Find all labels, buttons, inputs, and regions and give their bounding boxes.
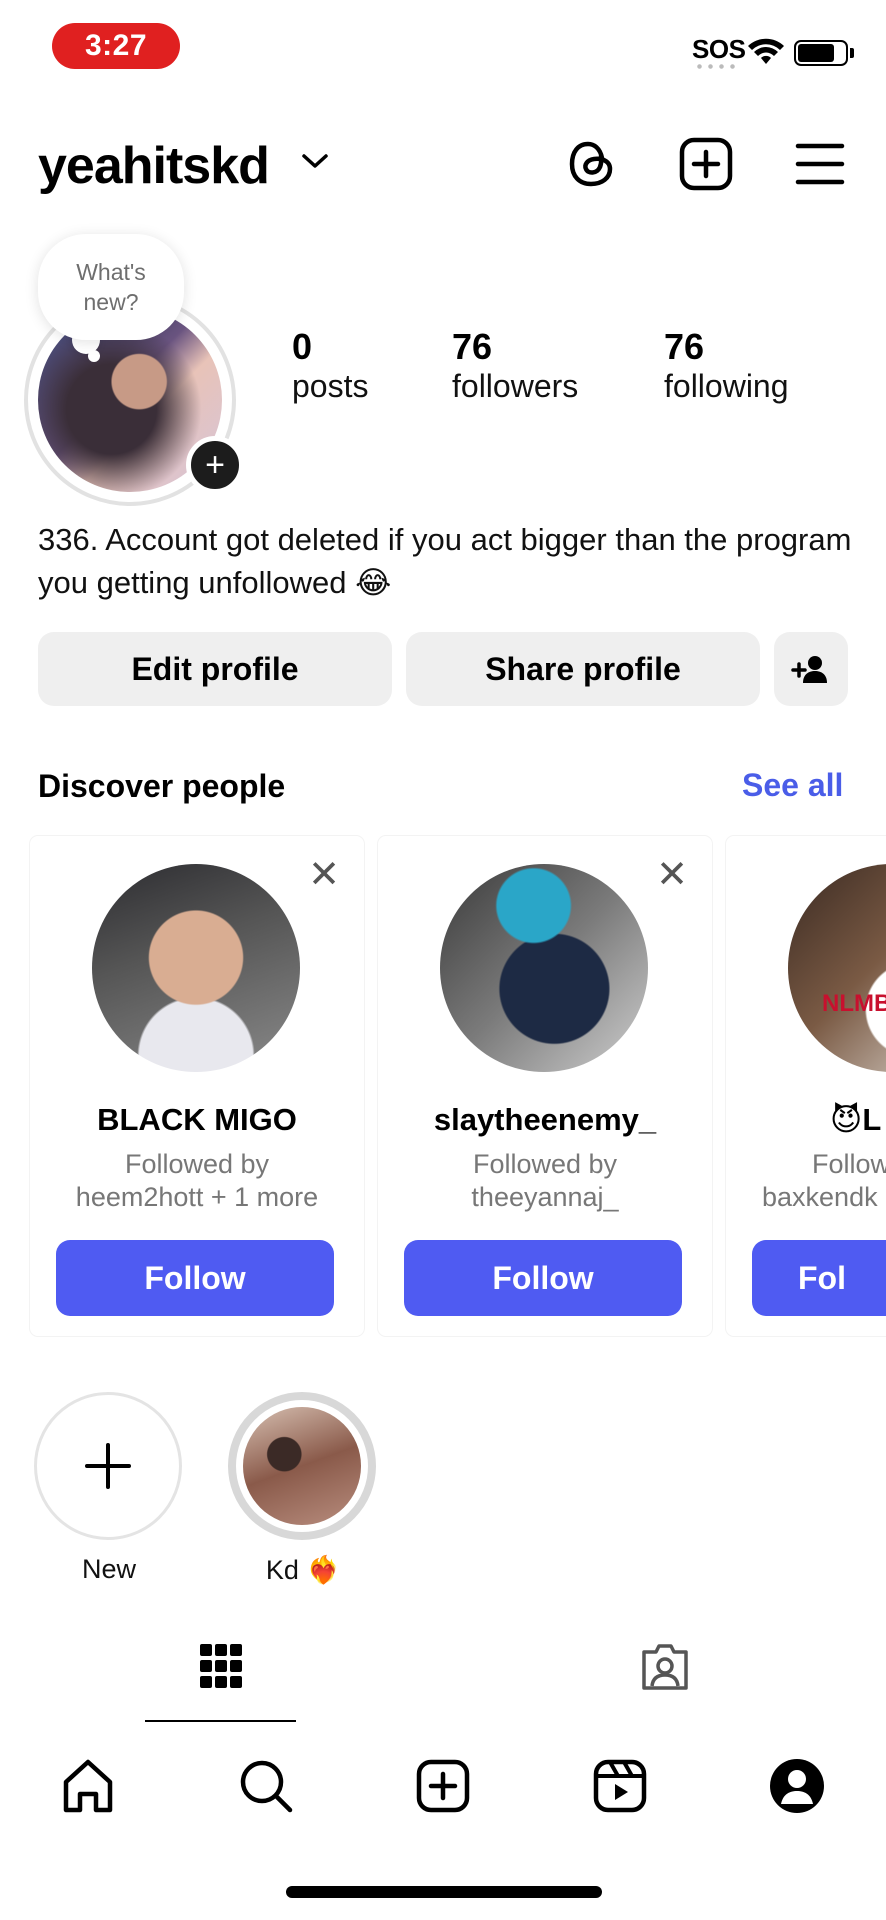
suggestion-card[interactable]: ✕ BLACK MIGO Followed by heem2hott + 1 m… — [30, 836, 364, 1336]
suggestion-avatar[interactable]: NLMB — [788, 864, 886, 1072]
follow-button[interactable]: Fol — [752, 1240, 886, 1316]
close-icon[interactable]: ✕ — [308, 856, 340, 894]
discover-people-title: Discover people — [38, 768, 286, 804]
signal-dots — [694, 64, 738, 69]
plus-icon — [85, 1443, 131, 1489]
followers-count[interactable]: 76 followers — [452, 326, 578, 405]
followers-value: 76 — [452, 326, 493, 367]
mutual-followers: theeyannaj_ — [471, 1182, 619, 1212]
status-time[interactable]: 3:27 — [52, 23, 180, 69]
suggestion-card-partial[interactable]: NLMB 😈L Follow baxkendk Fol — [726, 836, 886, 1336]
suggestion-mutuals: Follow baxkendk — [762, 1148, 886, 1214]
home-indicator — [286, 1886, 602, 1898]
profile-bio: 336. Account got deleted if you act bigg… — [38, 522, 852, 600]
suggestion-name[interactable]: slaytheenemy_ — [378, 1102, 712, 1138]
avatar-text: NLMB — [822, 990, 886, 1017]
following-count[interactable]: 76 following — [664, 326, 789, 405]
add-story-icon[interactable]: + — [186, 436, 244, 494]
search-icon[interactable] — [236, 1756, 296, 1816]
suggestion-card[interactable]: ✕ slaytheenemy_ Followed by theeyannaj_ … — [378, 836, 712, 1336]
followed-by-label: Followed by — [124, 1149, 270, 1179]
note-bubble-tail-small — [88, 350, 100, 362]
highlight-label: Kd ❤️‍🔥 — [265, 1555, 341, 1585]
menu-icon[interactable] — [792, 136, 848, 192]
note-bubble[interactable]: What's new? — [38, 234, 184, 340]
close-icon[interactable]: ✕ — [656, 856, 688, 894]
followed-by-label: Follow — [812, 1149, 886, 1179]
wifi-icon — [748, 38, 784, 64]
suggestion-avatar[interactable] — [440, 864, 648, 1072]
following-label: following — [664, 368, 789, 404]
highlight-label: New — [81, 1554, 136, 1584]
suggestion-mutuals: Followed by heem2hott + 1 more — [30, 1148, 364, 1214]
posts-value: 0 — [292, 326, 313, 367]
note-placeholder: What's new? — [76, 259, 146, 315]
status-bar: 3:27 SOS — [0, 0, 886, 90]
chevron-down-icon[interactable] — [300, 150, 330, 172]
threads-icon[interactable] — [564, 136, 620, 192]
profile-icon[interactable] — [767, 1756, 827, 1816]
battery-icon — [794, 40, 848, 66]
following-value: 76 — [664, 326, 705, 367]
mutual-followers: heem2hott + 1 more — [75, 1182, 319, 1212]
follow-button[interactable]: Follow — [56, 1240, 334, 1316]
mutual-followers: baxkendk — [762, 1182, 878, 1212]
battery-tip — [850, 48, 854, 58]
highlight-new[interactable]: New — [34, 1392, 184, 1585]
followers-label: followers — [452, 368, 579, 404]
share-profile-button[interactable]: Share profile — [406, 632, 760, 706]
sos-indicator: SOS — [692, 34, 746, 64]
edit-profile-button[interactable]: Edit profile — [38, 632, 392, 706]
home-icon[interactable] — [58, 1756, 118, 1816]
highlight-kd[interactable]: Kd ❤️‍🔥 — [228, 1392, 378, 1586]
create-icon[interactable] — [413, 1756, 473, 1816]
discover-people-button[interactable] — [774, 632, 848, 706]
suggestion-name[interactable]: 😈L — [830, 1102, 881, 1138]
follow-button[interactable]: Follow — [404, 1240, 682, 1316]
posts-label: posts — [292, 368, 369, 404]
highlight-circle[interactable] — [228, 1392, 376, 1540]
highlight-cover — [243, 1407, 361, 1525]
suggestion-mutuals: Followed by theeyannaj_ — [378, 1148, 712, 1214]
add-person-icon — [791, 656, 827, 683]
followed-by-label: Followed by — [472, 1149, 618, 1179]
suggestion-name[interactable]: BLACK MIGO — [30, 1102, 364, 1138]
see-all-link[interactable]: See all — [742, 767, 843, 804]
tagged-icon[interactable] — [638, 1640, 692, 1694]
bottom-nav — [0, 1746, 886, 1846]
create-post-icon[interactable] — [678, 136, 734, 192]
new-highlight-circle[interactable] — [34, 1392, 182, 1540]
grid-icon[interactable] — [198, 1640, 244, 1692]
username-switcher[interactable]: yeahitskd — [38, 136, 270, 196]
suggestion-avatar[interactable] — [92, 864, 300, 1072]
posts-count[interactable]: 0 posts — [292, 326, 368, 405]
reels-icon[interactable] — [590, 1756, 650, 1816]
profile-header: yeahitskd — [0, 120, 886, 210]
active-tab-indicator — [145, 1720, 296, 1722]
